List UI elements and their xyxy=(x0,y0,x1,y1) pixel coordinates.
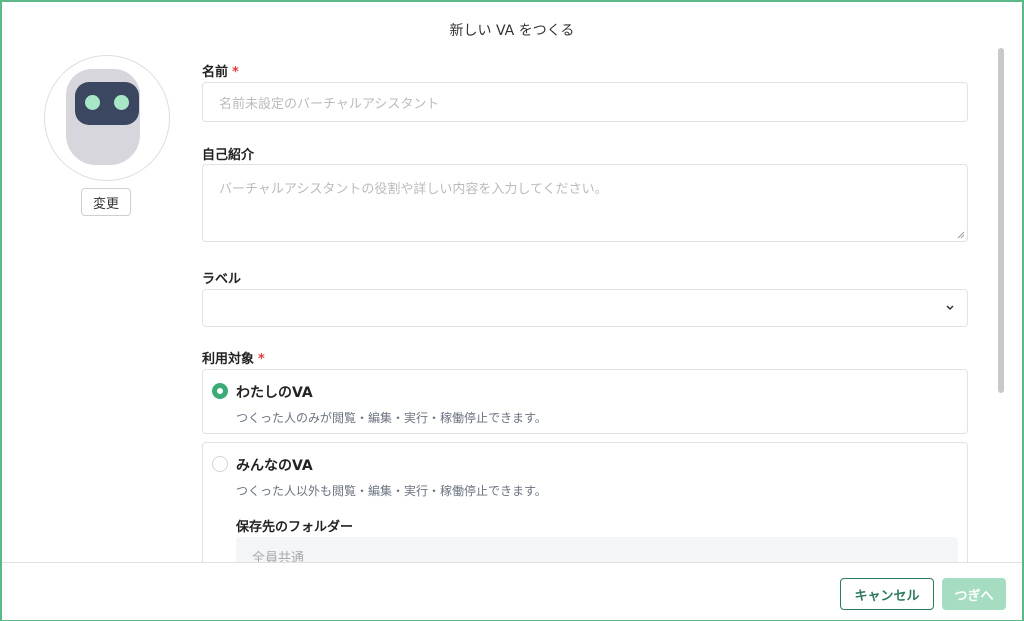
label-select[interactable] xyxy=(202,289,968,327)
radio-unselected[interactable] xyxy=(212,456,228,472)
robot-eye-right xyxy=(114,95,129,110)
cancel-button[interactable]: キャンセル xyxy=(840,578,934,610)
required-mark: * xyxy=(232,65,239,80)
change-avatar-button[interactable]: 変更 xyxy=(81,188,131,216)
dialog-footer: キャンセル つぎへ xyxy=(2,562,1022,620)
next-button[interactable]: つぎへ xyxy=(942,578,1006,610)
folder-select[interactable]: 全員共通 xyxy=(236,537,958,562)
robot-visor xyxy=(75,82,139,125)
form-scroll-area[interactable]: 変更 名前 * 名前未設定のバーチャルアシスタント 自己紹介 バーチャルアシスタン… xyxy=(2,46,1007,562)
option-title: わたしのVA xyxy=(236,385,313,401)
folder-label: 保存先のフォルダー xyxy=(236,520,354,535)
name-input[interactable]: 名前未設定のバーチャルアシスタント xyxy=(202,82,968,122)
required-mark: * xyxy=(258,352,265,367)
resize-handle-icon[interactable] xyxy=(957,231,965,239)
audience-label-row: 利用対象 * xyxy=(202,348,265,367)
audience-label: 利用対象 xyxy=(202,352,255,367)
name-input-placeholder: 名前未設定のバーチャルアシスタント xyxy=(219,96,440,112)
folder-value: 全員共通 xyxy=(252,551,305,562)
robot-eye-left xyxy=(85,95,100,110)
robot-avatar-icon xyxy=(66,69,140,165)
label-field-label: ラベル xyxy=(202,272,242,287)
avatar xyxy=(44,55,170,181)
name-label: 名前 xyxy=(202,65,229,80)
option-description: つくった人以外も閲覧・編集・実行・稼働停止できます。 xyxy=(236,484,547,498)
intro-textarea-placeholder: バーチャルアシスタントの役割や詳しい内容を入力してください。 xyxy=(219,182,608,197)
intro-textarea[interactable]: バーチャルアシスタントの役割や詳しい内容を入力してください。 xyxy=(202,164,968,242)
chevron-down-icon xyxy=(946,305,954,311)
option-description: つくった人のみが閲覧・編集・実行・稼働停止できます。 xyxy=(236,411,547,425)
option-title: みんなのVA xyxy=(236,458,313,474)
intro-label: 自己紹介 xyxy=(202,148,255,163)
dialog-title: 新しい VA をつくる xyxy=(449,23,575,39)
audience-option-mine[interactable]: わたしのVA つくった人のみが閲覧・編集・実行・稼働停止できます。 xyxy=(202,369,968,434)
scrollbar[interactable] xyxy=(998,48,1004,393)
name-label-row: 名前 * xyxy=(202,61,239,80)
create-va-dialog: 新しい VA をつくる 変更 名前 * 名前未設定のバーチャルアシスタント 自己紹… xyxy=(0,0,1024,621)
radio-selected[interactable] xyxy=(212,383,228,399)
audience-option-everyone[interactable]: みんなのVA つくった人以外も閲覧・編集・実行・稼働停止できます。 保存先のフォ… xyxy=(202,442,968,562)
